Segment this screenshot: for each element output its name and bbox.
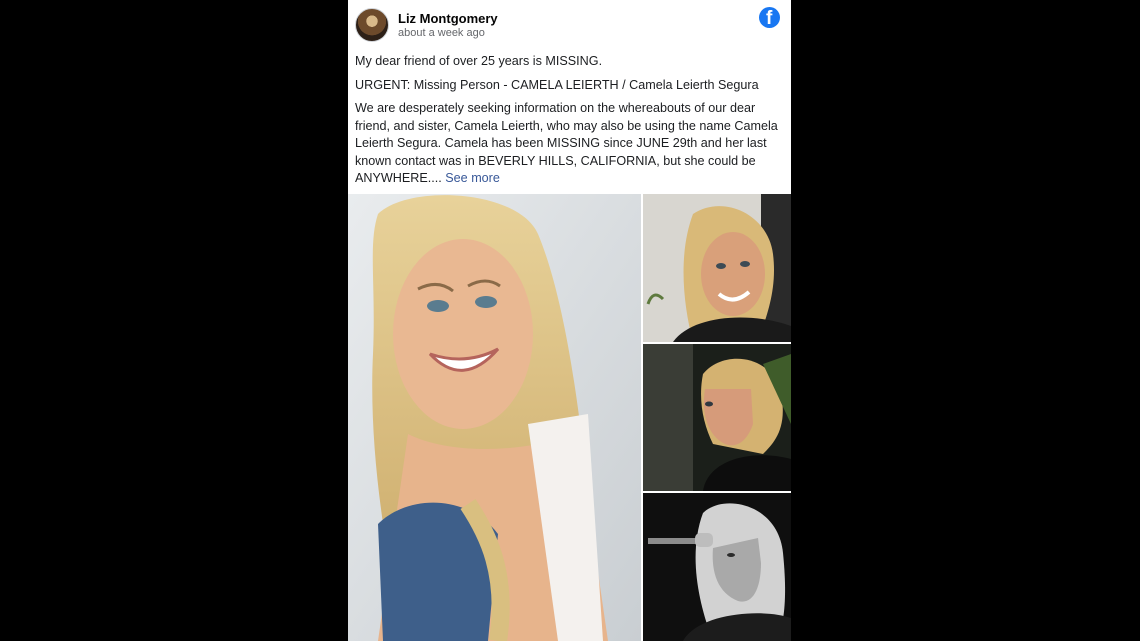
post-card: Liz Montgomery about a week ago f My dea…: [348, 0, 791, 641]
photo-2[interactable]: [643, 344, 791, 491]
see-more-link[interactable]: See more: [445, 171, 500, 185]
post-paragraph: URGENT: Missing Person - CAMELA LEIERTH …: [355, 77, 759, 92]
photo-1[interactable]: [643, 194, 791, 342]
main-photo[interactable]: [348, 194, 641, 641]
facebook-icon[interactable]: f: [759, 7, 780, 29]
author-avatar[interactable]: [355, 8, 389, 42]
post-paragraph-body: We are desperately seeking information o…: [355, 101, 778, 185]
post-paragraph: My dear friend of over 25 years is MISSI…: [355, 54, 603, 68]
post-header: Liz Montgomery about a week ago f: [348, 0, 791, 48]
post-paragraph: We are desperately seeking information o…: [355, 100, 785, 188]
post-text: My dear friend of over 25 years is MISSI…: [355, 53, 785, 194]
post-timestamp[interactable]: about a week ago: [398, 27, 485, 39]
author-name[interactable]: Liz Montgomery: [398, 11, 498, 26]
photo-3[interactable]: [643, 493, 791, 641]
